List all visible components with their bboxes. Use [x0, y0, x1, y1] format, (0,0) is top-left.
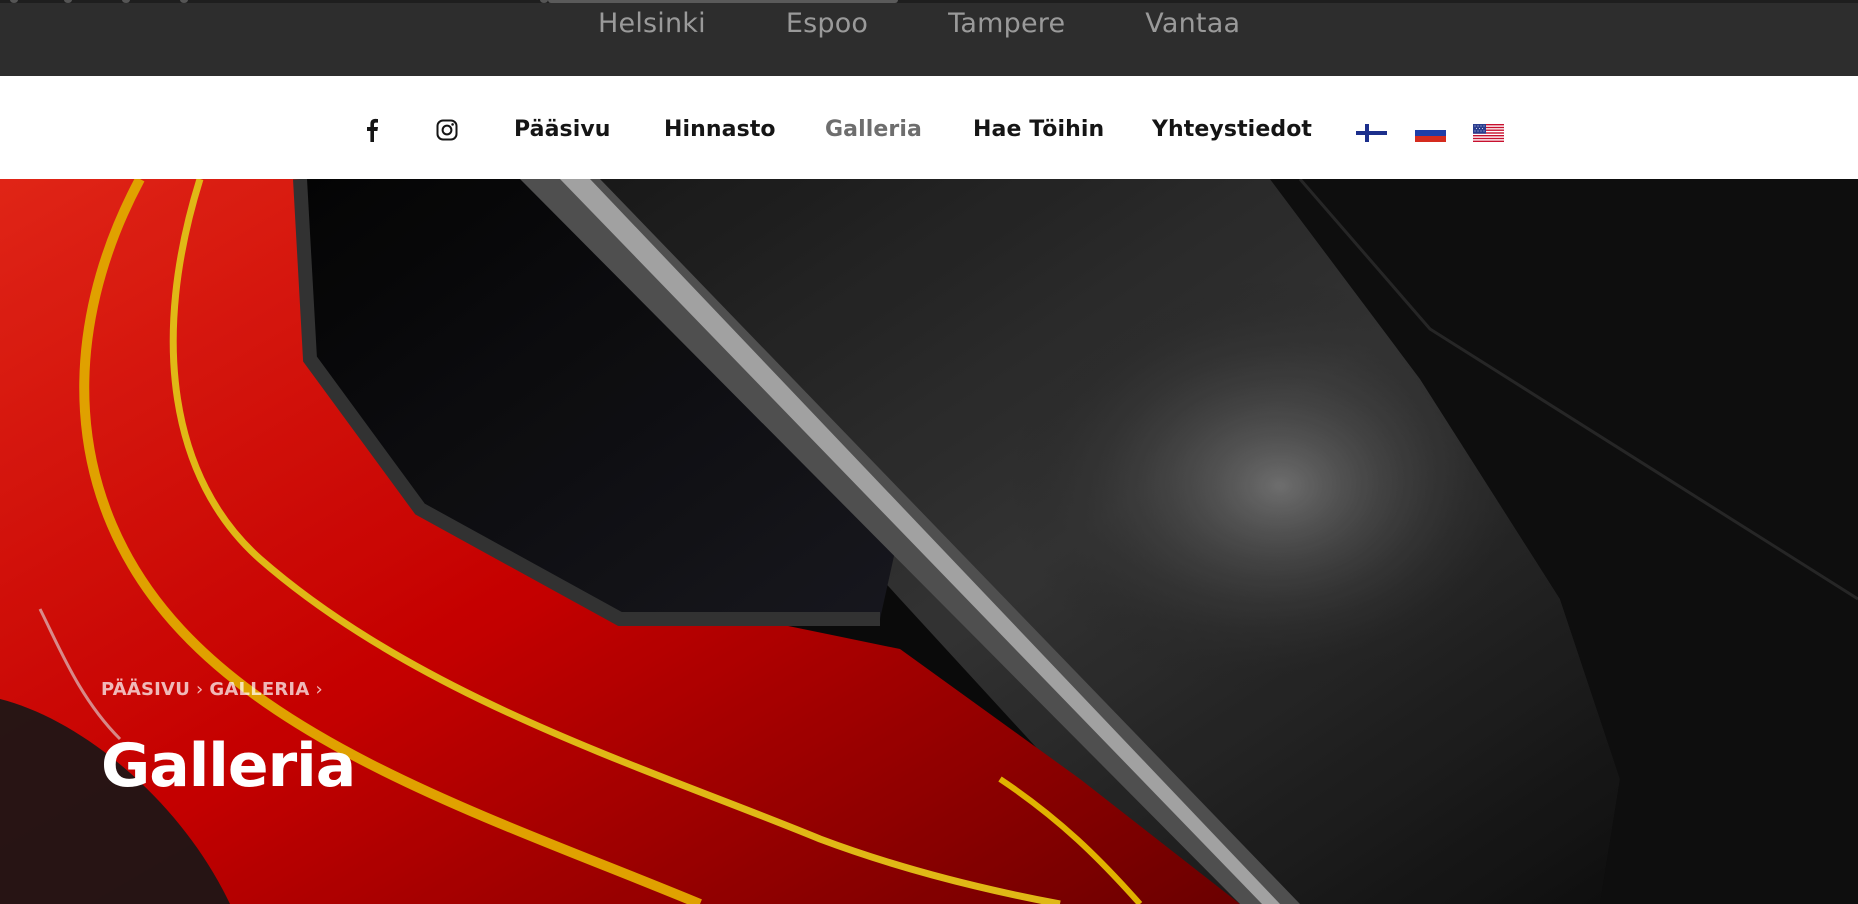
chevron-right-icon: ›: [315, 679, 323, 700]
ru-flag-icon[interactable]: [1415, 124, 1446, 142]
breadcrumb-item-paasivu[interactable]: PÄÄSIVU: [101, 679, 190, 700]
main-nav: Pääsivu Hinnasto Galleria Hae Töihin Yht…: [0, 76, 1858, 179]
nav-item-yhteystiedot[interactable]: Yhteystiedot: [1152, 117, 1312, 142]
active-tab-highlight: [548, 0, 898, 3]
breadcrumb-item-galleria[interactable]: GALLERIA: [209, 679, 309, 700]
us-flag-icon[interactable]: [1473, 124, 1504, 142]
nav-item-hae-toihin[interactable]: Hae Töihin: [973, 117, 1104, 142]
city-link-vantaa[interactable]: Vantaa: [1145, 8, 1240, 39]
nav-item-paasivu[interactable]: Pääsivu: [514, 117, 611, 142]
fi-flag-icon[interactable]: [1356, 124, 1387, 142]
city-bar: Helsinki Espoo Tampere Vantaa: [0, 0, 1858, 76]
nav-item-hinnasto[interactable]: Hinnasto: [664, 117, 776, 142]
page-title: Galleria: [101, 731, 356, 801]
facebook-icon[interactable]: [366, 118, 378, 142]
breadcrumb: PÄÄSIVU › GALLERIA ›: [101, 679, 329, 700]
top-edge: [0, 0, 1858, 3]
nav-item-galleria[interactable]: Galleria: [825, 117, 922, 142]
city-link-espoo[interactable]: Espoo: [786, 8, 868, 39]
instagram-icon[interactable]: [436, 119, 458, 141]
city-links: Helsinki Espoo Tampere Vantaa: [598, 8, 1320, 39]
hero-banner: PÄÄSIVU › GALLERIA › Galleria: [0, 179, 1858, 904]
breadcrumb-separator-icon: ›: [196, 679, 204, 700]
city-link-helsinki[interactable]: Helsinki: [598, 8, 706, 39]
city-link-tampere[interactable]: Tampere: [948, 8, 1065, 39]
